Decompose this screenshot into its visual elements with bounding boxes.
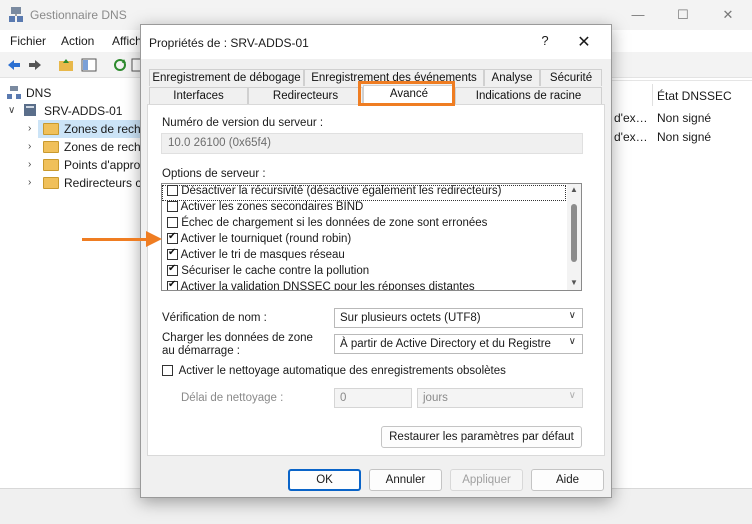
- name-checking-select[interactable]: Sur plusieurs octets (UTF8) ∨: [334, 308, 583, 328]
- annotation-arrow-line: [82, 238, 152, 241]
- load-zone-select[interactable]: À partir de Active Directory et du Regis…: [334, 334, 583, 354]
- option-disable-recursion[interactable]: Désactiver la récursivité (désactive éga…: [162, 185, 566, 201]
- scavenging-unit-select[interactable]: jours ∨: [417, 388, 583, 408]
- checkbox[interactable]: [167, 185, 178, 197]
- server-options-list[interactable]: Désactiver la récursivité (désactive éga…: [161, 183, 582, 291]
- folder-icon: [43, 177, 59, 189]
- chevron-right-icon[interactable]: ›: [28, 123, 31, 134]
- scroll-down-icon[interactable]: ▼: [570, 278, 578, 287]
- chevron-right-icon[interactable]: ›: [28, 141, 31, 152]
- tree-item-trust-points[interactable]: Points d'appro: [64, 158, 140, 176]
- dns-app-icon: [9, 7, 23, 22]
- cell-dnssec: Non signé: [657, 111, 712, 125]
- menu-affichage[interactable]: Affich: [112, 34, 142, 48]
- tree-item-conditional-forwarders[interactable]: Redirecteurs co: [64, 176, 148, 194]
- checkbox[interactable]: [167, 217, 178, 229]
- tree-item-forward-zones[interactable]: Zones de reche: [64, 122, 147, 140]
- chevron-right-icon[interactable]: ›: [28, 159, 31, 170]
- option-secure-cache[interactable]: Sécuriser le cache contre la pollution: [162, 263, 566, 281]
- tab-interfaces[interactable]: Interfaces: [149, 87, 248, 104]
- forward-arrow-icon[interactable]: [27, 57, 43, 73]
- tree-item-reverse-zones[interactable]: Zones de reche: [64, 140, 147, 158]
- scavenging-option[interactable]: Activer le nettoyage automatique des enr…: [162, 365, 506, 377]
- tab-forwarders[interactable]: Redirecteurs: [248, 87, 363, 104]
- help-button[interactable]: Aide: [531, 469, 604, 491]
- option-fail-on-bad-zone[interactable]: Échec de chargement si les données de zo…: [162, 217, 566, 233]
- cancel-button[interactable]: Annuler: [369, 469, 442, 491]
- annotation-arrow-icon: [146, 231, 162, 247]
- server-icon: [24, 104, 36, 116]
- chevron-down-icon[interactable]: ∨: [8, 105, 15, 116]
- tab-root-hints[interactable]: Indications de racine: [455, 87, 602, 104]
- name-checking-label: Vérification de nom :: [162, 312, 267, 324]
- folder-icon: [43, 159, 59, 171]
- maximize-icon[interactable]: ☐: [673, 6, 693, 24]
- chevron-right-icon[interactable]: ›: [28, 177, 31, 188]
- ok-button[interactable]: OK: [288, 469, 361, 491]
- checkbox-checked[interactable]: [167, 279, 178, 290]
- menu-fichier[interactable]: Fichier: [10, 34, 46, 48]
- up-folder-icon[interactable]: [58, 57, 74, 73]
- scavenging-period-input[interactable]: 0: [334, 388, 412, 408]
- minimize-icon[interactable]: —: [628, 6, 648, 24]
- version-label: Numéro de version du serveur :: [162, 117, 324, 129]
- help-icon[interactable]: ?: [534, 33, 556, 53]
- apply-button[interactable]: Appliquer: [450, 469, 523, 491]
- chevron-down-icon: ∨: [568, 336, 576, 347]
- checkbox[interactable]: [167, 201, 178, 213]
- tab-security[interactable]: Sécurité: [540, 69, 602, 86]
- back-arrow-icon[interactable]: [6, 57, 22, 73]
- scavenging-period-label: Délai de nettoyage :: [181, 392, 284, 404]
- checkbox-checked[interactable]: [167, 247, 178, 261]
- menu-action[interactable]: Action: [61, 34, 94, 48]
- highlight-box: [358, 81, 455, 106]
- close-window-icon[interactable]: ✕: [718, 6, 738, 24]
- show-tree-icon[interactable]: [81, 57, 97, 73]
- column-separator: [652, 84, 653, 106]
- tree-item-dns[interactable]: DNS: [26, 86, 51, 104]
- tab-debug-logging[interactable]: Enregistrement de débogage: [149, 69, 304, 86]
- app-title: Gestionnaire DNS: [30, 8, 127, 22]
- tab-monitoring[interactable]: Analyse: [484, 69, 540, 86]
- column-divider: [612, 80, 752, 81]
- version-field: 10.0 26100 (0x65f4): [161, 133, 583, 154]
- option-netmask-ordering[interactable]: Activer le tri de masques réseau: [162, 247, 566, 265]
- option-dnssec-validation[interactable]: Activer la validation DNSSEC pour les ré…: [162, 279, 566, 290]
- scrollbar-thumb[interactable]: [571, 204, 577, 262]
- refresh-icon[interactable]: [112, 57, 128, 73]
- dialog-title: Propriétés de : SRV-ADDS-01: [149, 36, 309, 50]
- options-scrollbar[interactable]: ▲ ▼: [567, 184, 581, 290]
- cell-partial: d'ex…: [614, 130, 648, 144]
- option-bind-secondaries[interactable]: Activer les zones secondaires BIND: [162, 201, 566, 217]
- chevron-down-icon: ∨: [568, 310, 576, 321]
- checkbox-checked[interactable]: [167, 263, 178, 277]
- folder-icon: [43, 123, 59, 135]
- server-options-label: Options de serveur :: [162, 168, 266, 180]
- checkbox-checked[interactable]: [167, 231, 178, 245]
- folder-icon: [43, 141, 59, 153]
- close-icon[interactable]: ✕: [573, 32, 595, 52]
- scroll-up-icon[interactable]: ▲: [570, 185, 578, 194]
- cell-dnssec: Non signé: [657, 130, 712, 144]
- load-zone-label-line2: au démarrage :: [162, 345, 240, 357]
- column-header-dnssec[interactable]: État DNSSEC: [657, 89, 732, 103]
- cell-partial: d'ex…: [614, 111, 648, 125]
- chevron-down-icon: ∨: [568, 390, 576, 401]
- option-round-robin[interactable]: Activer le tourniquet (round robin): [162, 231, 566, 249]
- load-zone-label-line1: Charger les données de zone: [162, 332, 313, 344]
- dns-root-icon: [7, 86, 21, 99]
- scavenging-checkbox[interactable]: [162, 365, 173, 377]
- restore-defaults-button[interactable]: Restaurer les paramètres par défaut: [381, 426, 582, 448]
